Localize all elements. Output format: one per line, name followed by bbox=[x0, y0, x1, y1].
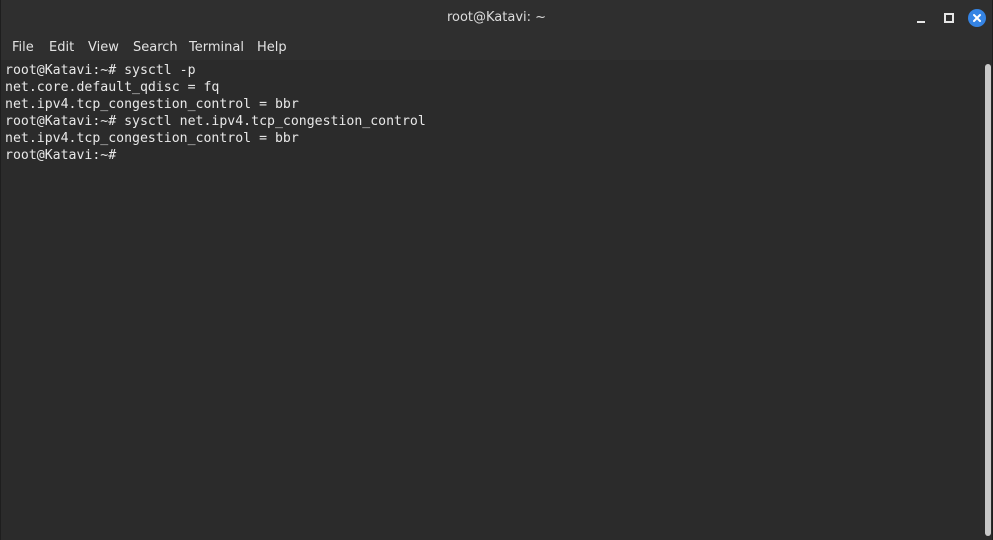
menu-terminal[interactable]: Terminal bbox=[189, 36, 244, 60]
terminal-prompt-line: root@Katavi:~# bbox=[5, 148, 117, 163]
title-bar[interactable]: root@Katavi: ~ bbox=[1, 0, 992, 36]
close-button[interactable] bbox=[967, 8, 987, 28]
minimize-button[interactable] bbox=[911, 8, 931, 28]
maximize-button[interactable] bbox=[939, 8, 959, 28]
terminal-output-area[interactable]: root@Katavi:~# sysctl -p net.core.defaul… bbox=[1, 60, 983, 540]
minimize-icon bbox=[917, 21, 925, 23]
menu-file[interactable]: File bbox=[12, 36, 34, 60]
window-title: root@Katavi: ~ bbox=[446, 10, 547, 25]
terminal-line: net.ipv4.tcp_congestion_control = bbr bbox=[5, 131, 299, 146]
menu-view[interactable]: View bbox=[88, 36, 119, 60]
vertical-scrollbar[interactable] bbox=[983, 60, 992, 540]
scrollbar-thumb[interactable] bbox=[985, 64, 991, 536]
menu-bar: File Edit View Search Terminal Help bbox=[1, 36, 992, 60]
maximize-icon bbox=[944, 13, 954, 23]
terminal-line: root@Katavi:~# sysctl net.ipv4.tcp_conge… bbox=[5, 114, 426, 129]
terminal-window: root@Katavi: ~ File Edit View Search Ter… bbox=[0, 0, 993, 540]
close-icon bbox=[968, 9, 986, 27]
text-cursor bbox=[118, 148, 126, 164]
terminal-line: net.ipv4.tcp_congestion_control = bbr bbox=[5, 97, 299, 112]
terminal-line: net.core.default_qdisc = fq bbox=[5, 80, 220, 95]
menu-search[interactable]: Search bbox=[133, 36, 178, 60]
menu-help[interactable]: Help bbox=[257, 36, 287, 60]
menu-edit[interactable]: Edit bbox=[49, 36, 74, 60]
terminal-line: root@Katavi:~# sysctl -p bbox=[5, 63, 196, 78]
